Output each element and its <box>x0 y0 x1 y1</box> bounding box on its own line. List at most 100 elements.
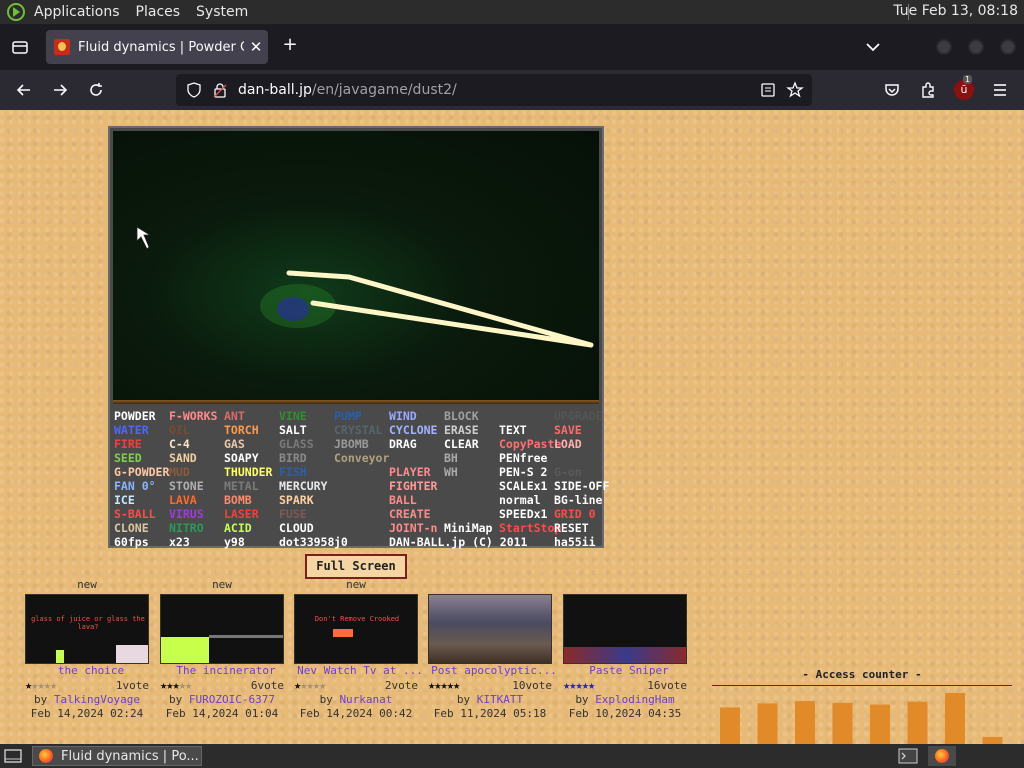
element-button-erase[interactable]: ERASE <box>444 423 479 437</box>
address-bar[interactable]: dan-ball.jp/en/javagame/dust2/ <box>176 74 812 106</box>
element-button-upgrade[interactable]: UPGRADE <box>554 409 602 423</box>
element-button-pen-s-2[interactable]: PEN-S 2 <box>499 465 547 479</box>
element-button-f-works[interactable]: F-WORKS <box>169 409 217 423</box>
element-button-fighter[interactable]: FIGHTER <box>389 479 437 493</box>
element-button-mud[interactable]: MUD <box>169 465 190 479</box>
rating-star-icon[interactable]: ★ <box>319 678 326 692</box>
bookmark-star-icon[interactable] <box>786 81 804 99</box>
element-button-minimap[interactable]: MiniMap <box>444 521 492 535</box>
element-button-ball[interactable]: BALL <box>389 493 417 507</box>
element-button-mercury[interactable]: MERCURY <box>279 479 327 493</box>
element-button-normal[interactable]: normal <box>499 493 541 507</box>
element-button-fish[interactable]: FISH <box>279 465 307 479</box>
upload-title-link[interactable]: The incinerator <box>160 664 292 677</box>
rating-star-icon[interactable]: ★ <box>588 678 595 692</box>
close-tab-icon[interactable]: ✕ <box>244 38 268 56</box>
window-minimize-icon[interactable] <box>936 39 952 55</box>
element-button-laser[interactable]: LASER <box>224 507 259 521</box>
rating-star-icon[interactable]: ★ <box>50 678 57 692</box>
element-button-lava[interactable]: LAVA <box>169 493 197 507</box>
element-button-load[interactable]: LOAD <box>554 437 582 451</box>
element-button-player[interactable]: PLAYER <box>389 465 431 479</box>
element-button-conveyor[interactable]: Conveyor <box>334 451 389 465</box>
element-button-gas[interactable]: GAS <box>224 437 245 451</box>
element-button-copypaste[interactable]: CopyPaste <box>499 437 561 451</box>
element-button-ant[interactable]: ANT <box>224 409 245 423</box>
author-link[interactable]: Nurkanat <box>339 693 392 706</box>
element-button-bird[interactable]: BIRD <box>279 451 307 465</box>
element-button-startstop[interactable]: StartStop <box>499 521 561 535</box>
author-link[interactable]: FUROZOIC-6377 <box>189 693 275 706</box>
element-button-g-on[interactable]: G-on <box>554 465 582 479</box>
back-arrow-icon[interactable] <box>12 81 36 99</box>
element-button-joint-n[interactable]: JOINT-n <box>389 521 437 535</box>
element-button-c-4[interactable]: C-4 <box>169 437 190 451</box>
element-button-spark[interactable]: SPARK <box>279 493 314 507</box>
extensions-puzzle-icon[interactable] <box>916 81 940 99</box>
rating-stars[interactable]: ★★★★★ <box>160 678 192 692</box>
element-button-sand[interactable]: SAND <box>169 451 197 465</box>
element-button-cyclone[interactable]: CYCLONE <box>389 423 437 437</box>
author-link[interactable]: ExplodingHam <box>595 693 674 706</box>
upload-thumbnail[interactable] <box>428 594 552 664</box>
reader-view-icon[interactable] <box>760 82 776 98</box>
element-button-clear[interactable]: CLEAR <box>444 437 479 451</box>
window-maximize-icon[interactable] <box>968 39 984 55</box>
rating-stars[interactable]: ★★★★★ <box>294 678 326 692</box>
element-button-nitro[interactable]: NITRO <box>169 521 204 535</box>
element-button-wh[interactable]: WH <box>444 465 458 479</box>
element-button-bg-line[interactable]: BG-line <box>554 493 602 507</box>
rating-star-icon[interactable]: ★ <box>453 678 460 692</box>
element-button-water[interactable]: WATER <box>114 423 149 437</box>
element-button-block[interactable]: BLOCK <box>444 409 479 423</box>
element-button-stone[interactable]: STONE <box>169 479 204 493</box>
tab-fluid-dynamics[interactable]: Fluid dynamics | Powder Game ✕ <box>46 30 268 64</box>
game-canvas[interactable] <box>113 131 599 401</box>
element-button-save[interactable]: SAVE <box>554 423 582 437</box>
upload-thumbnail[interactable]: Don't Remove Crooked <box>294 594 418 664</box>
list-tabs-chevron-down-icon[interactable] <box>864 38 882 56</box>
element-button-fuse[interactable]: FUSE <box>279 507 307 521</box>
element-button-soapy[interactable]: SOAPY <box>224 451 259 465</box>
rating-stars[interactable]: ★★★★★ <box>428 678 460 692</box>
element-button-cloud[interactable]: CLOUD <box>279 521 314 535</box>
element-button-s-ball[interactable]: S-BALL <box>114 507 156 521</box>
element-button-bh[interactable]: BH <box>444 451 458 465</box>
applications-menu[interactable]: Applications <box>34 4 120 20</box>
element-button-side-off[interactable]: SIDE-OFF <box>554 479 609 493</box>
upload-title-link[interactable]: Nev Watch Tv at ... <box>294 664 426 677</box>
taskbar-firefox-window[interactable]: Fluid dynamics | Po... <box>32 746 202 766</box>
element-button-reset[interactable]: RESET <box>554 521 589 535</box>
element-button-create[interactable]: CREATE <box>389 507 431 521</box>
show-desktop-icon[interactable] <box>4 748 22 764</box>
terminal-icon[interactable] <box>898 748 918 764</box>
new-tab-icon[interactable]: + <box>278 34 302 55</box>
element-button-seed[interactable]: SEED <box>114 451 142 465</box>
upload-title-link[interactable]: Paste Sniper <box>563 664 695 677</box>
pocket-icon[interactable] <box>880 81 904 99</box>
lock-icon[interactable] <box>212 82 228 98</box>
distro-logo-icon[interactable] <box>6 2 26 22</box>
element-button-metal[interactable]: METAL <box>224 479 259 493</box>
element-button-ice[interactable]: ICE <box>114 493 135 507</box>
author-link[interactable]: TalkingVoyage <box>54 693 140 706</box>
element-button-pump[interactable]: PUMP <box>334 409 362 423</box>
element-button-wind[interactable]: WIND <box>389 409 417 423</box>
element-button-clone[interactable]: CLONE <box>114 521 149 535</box>
forward-arrow-icon[interactable] <box>48 81 72 99</box>
panel-clock[interactable]: Tue Feb 13, 08:18 <box>893 3 1018 19</box>
taskbar-firefox-launcher[interactable] <box>928 746 956 766</box>
element-button-g-powder[interactable]: G-POWDER <box>114 465 169 479</box>
element-button-acid[interactable]: ACID <box>224 521 252 535</box>
element-button-crystal[interactable]: CRYSTAL <box>334 423 382 437</box>
powder-game-applet[interactable]: POWDER F-WORKS ANT VINE PUMP WIND BLOCK UPGRADE… <box>108 126 609 549</box>
element-button-scalex1[interactable]: SCALEx1 <box>499 479 547 493</box>
element-button-text[interactable]: TEXT <box>499 423 527 437</box>
upload-thumbnail[interactable]: glass of juice or glass the lava? <box>25 594 149 664</box>
rating-stars[interactable]: ★★★★★ <box>563 678 595 692</box>
element-button-vine[interactable]: VINE <box>279 409 307 423</box>
element-button-bomb[interactable]: BOMB <box>224 493 252 507</box>
element-button-fan-0-[interactable]: FAN 0° <box>114 479 156 493</box>
reload-icon[interactable] <box>84 81 108 99</box>
element-button-glass[interactable]: GLASS <box>279 437 314 451</box>
